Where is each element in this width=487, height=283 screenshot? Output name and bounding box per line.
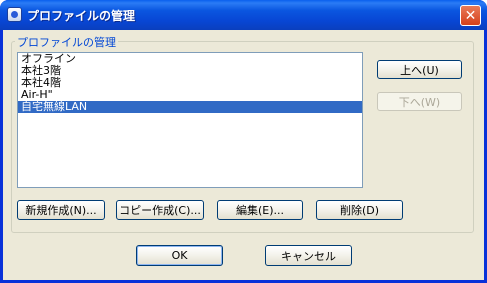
ok-button[interactable]: OK	[136, 245, 223, 266]
move-up-button[interactable]: 上へ(U)	[377, 60, 462, 79]
delete-profile-button[interactable]: 削除(D)	[316, 200, 403, 220]
copy-profile-button[interactable]: コピー作成(C)...	[116, 200, 204, 220]
title-bar[interactable]: プロファイルの管理 ✕	[0, 0, 487, 30]
profile-item-offline[interactable]: オフライン	[18, 53, 362, 65]
app-icon	[7, 7, 22, 22]
profile-item-honsha-4f[interactable]: 本社4階	[18, 77, 362, 89]
profile-manager-dialog: プロファイルの管理 ✕ プロファイルの管理 オフライン 本社3階 本社4階 Ai…	[0, 0, 487, 283]
profile-item-honsha-3f[interactable]: 本社3階	[18, 65, 362, 77]
close-icon: ✕	[464, 7, 477, 24]
edit-profile-button[interactable]: 編集(E)...	[217, 200, 303, 220]
dialog-body: プロファイルの管理 オフライン 本社3階 本社4階 Air-H" 自宅無線LAN…	[3, 30, 484, 280]
group-label: プロファイルの管理	[15, 34, 118, 50]
profile-item-home-wireless-lan[interactable]: 自宅無線LAN	[18, 101, 362, 113]
cancel-button[interactable]: キャンセル	[265, 245, 352, 266]
window-title: プロファイルの管理	[27, 9, 136, 23]
move-down-button[interactable]: 下へ(W)	[377, 92, 462, 111]
profile-list[interactable]: オフライン 本社3階 本社4階 Air-H" 自宅無線LAN	[17, 52, 363, 188]
new-profile-button[interactable]: 新規作成(N)...	[17, 200, 105, 220]
close-button[interactable]: ✕	[460, 5, 481, 26]
